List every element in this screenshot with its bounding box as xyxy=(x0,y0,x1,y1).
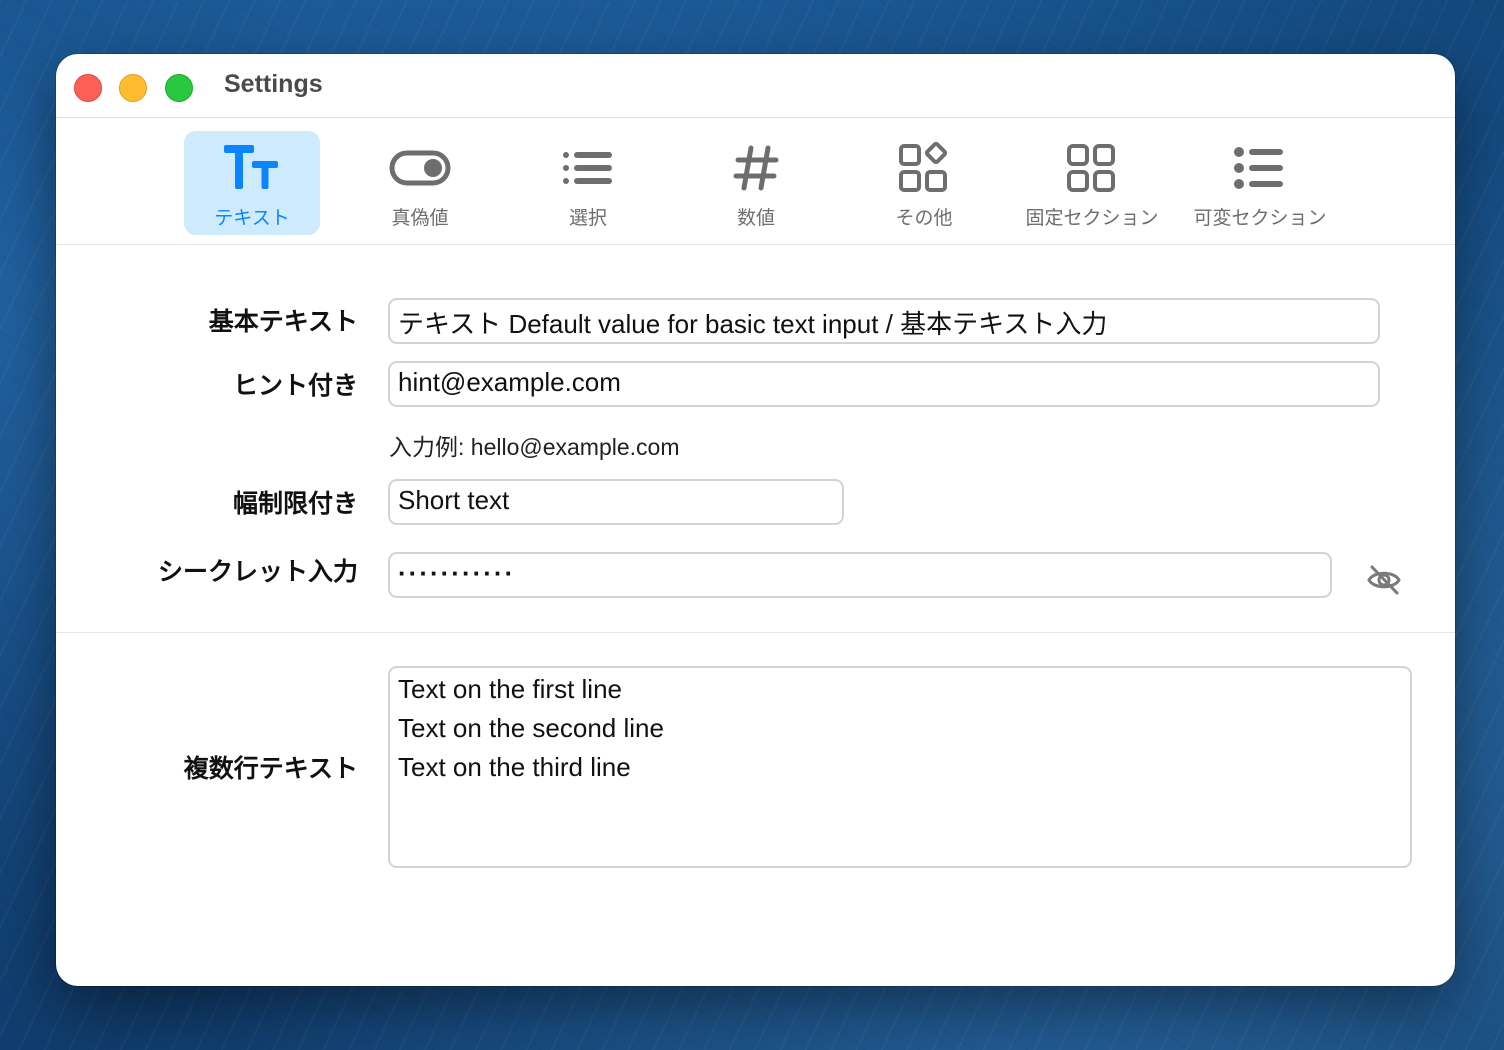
tab-label: 数値 xyxy=(736,207,775,229)
number-sign-icon xyxy=(688,139,824,197)
width-limited-label: 幅制限付き xyxy=(232,489,358,518)
text-format-icon xyxy=(184,139,320,197)
zoom-window-button[interactable] xyxy=(165,74,193,102)
settings-window: Settings テキスト 真偽値 選択 数値 その他 固定セクション 可変セク… xyxy=(56,54,1455,986)
apps-icon xyxy=(856,139,992,197)
tab-label: 固定セクション xyxy=(1025,207,1159,229)
tab-number[interactable]: 数値 xyxy=(688,131,824,235)
text-line: Text on the first line xyxy=(398,674,622,704)
grid-icon xyxy=(1024,139,1160,197)
width-limited-field[interactable]: Short text xyxy=(388,479,844,525)
eye-slash-icon[interactable] xyxy=(1366,564,1402,600)
multiline-text-label: 複数行テキスト xyxy=(183,754,358,783)
text-line: Text on the third line xyxy=(398,752,631,782)
tab-label: 真偽値 xyxy=(391,207,449,229)
text-line: Text on the second line xyxy=(398,713,664,743)
tab-label: テキスト xyxy=(214,207,290,229)
settings-toolbar: テキスト 真偽値 選択 数値 その他 固定セクション 可変セクション xyxy=(56,117,1455,245)
bullet-list-icon xyxy=(1192,139,1328,197)
secret-input-label: シークレット入力 xyxy=(157,557,358,586)
tab-fixed-section[interactable]: 固定セクション xyxy=(1024,131,1160,235)
settings-content: 基本テキスト テキスト Default value for basic text… xyxy=(56,246,1455,986)
basic-text-field[interactable]: テキスト Default value for basic text input … xyxy=(388,298,1380,344)
tab-variable-section[interactable]: 可変セクション xyxy=(1192,131,1328,235)
tab-label: その他 xyxy=(895,207,953,229)
hint-example-text: 入力例: hello@example.com xyxy=(389,434,680,460)
tab-select[interactable]: 選択 xyxy=(520,131,656,235)
minimize-window-button[interactable] xyxy=(119,74,147,102)
tab-boolean[interactable]: 真偽値 xyxy=(352,131,488,235)
window-title: Settings xyxy=(224,70,323,98)
hint-email-field[interactable]: hint@example.com xyxy=(388,361,1380,407)
basic-text-label: 基本テキスト xyxy=(208,307,358,336)
tab-text[interactable]: テキスト xyxy=(184,131,320,235)
secret-input-field[interactable]: ··········· xyxy=(388,552,1332,598)
toggle-icon xyxy=(352,139,488,197)
multiline-text-area[interactable]: Text on the first line Text on the secon… xyxy=(388,666,1412,868)
close-window-button[interactable] xyxy=(74,74,102,102)
list-icon xyxy=(520,139,656,197)
tab-label: 選択 xyxy=(568,207,607,229)
title-bar: Settings xyxy=(56,54,1455,118)
tab-other[interactable]: その他 xyxy=(856,131,992,235)
section-divider xyxy=(56,632,1455,633)
tab-label: 可変セクション xyxy=(1193,207,1327,229)
hint-text-label: ヒント付き xyxy=(232,371,358,400)
